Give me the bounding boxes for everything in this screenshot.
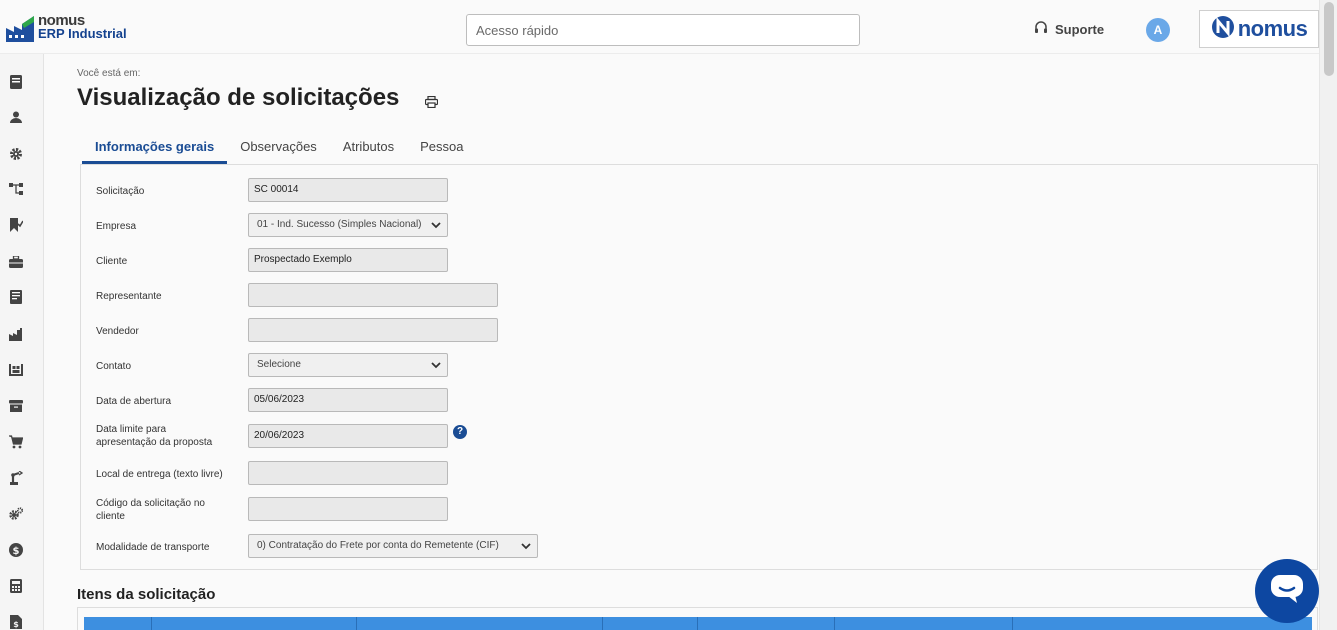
- page-scrollbar[interactable]: [1319, 0, 1337, 630]
- data-limite-label: Data limite para apresentação da propost…: [96, 423, 212, 449]
- print-icon[interactable]: [424, 95, 439, 113]
- chat-button[interactable]: [1255, 559, 1319, 623]
- local-entrega-label: Local de entrega (texto livre): [96, 469, 223, 480]
- svg-text:$: $: [13, 620, 19, 629]
- cogs-icon[interactable]: [8, 506, 24, 522]
- column-divider: [151, 617, 152, 630]
- data-abertura-label: Data de abertura: [96, 396, 172, 407]
- cliente-field[interactable]: Prospectado Exemplo: [248, 248, 448, 272]
- quick-access-input[interactable]: [466, 14, 860, 46]
- svg-text:$: $: [13, 546, 20, 557]
- chevron-down-icon: [520, 539, 532, 561]
- chevron-down-icon: [430, 218, 442, 240]
- contato-value: Selecione: [257, 359, 301, 370]
- codigo-cliente-label: Código da solicitação no cliente: [96, 497, 205, 523]
- representante-field[interactable]: [248, 283, 498, 307]
- archive-icon[interactable]: [8, 398, 24, 414]
- codigo-cliente-label-line2: cliente: [96, 511, 125, 522]
- codigo-cliente-field[interactable]: [248, 497, 448, 521]
- modalidade-label: Modalidade de transporte: [96, 542, 210, 553]
- support-label: Suporte: [1055, 22, 1105, 37]
- page-title: Visualização de solicitações: [77, 84, 400, 111]
- breadcrumb-label: Você está em:: [77, 68, 141, 79]
- local-entrega-field[interactable]: [248, 461, 448, 485]
- codigo-cliente-label-line1: Código da solicitação no: [96, 498, 205, 509]
- cliente-label: Cliente: [96, 256, 128, 267]
- vendedor-field[interactable]: [248, 318, 498, 342]
- data-limite-label-line2: apresentação da proposta: [96, 437, 213, 448]
- book-icon[interactable]: [8, 74, 24, 90]
- solicitacao-field[interactable]: SC 00014: [248, 178, 448, 202]
- modalidade-value: 0) Contratação do Frete por conta do Rem…: [257, 540, 499, 551]
- company-logo: nomus: [1199, 10, 1319, 48]
- warehouse-icon[interactable]: [8, 362, 24, 378]
- column-divider: [834, 617, 835, 630]
- data-limite-field[interactable]: 20/06/2023: [248, 424, 448, 448]
- user-avatar[interactable]: A: [1146, 18, 1170, 42]
- robot-arm-icon[interactable]: [8, 470, 24, 486]
- vendedor-label: Vendedor: [96, 326, 139, 337]
- help-icon[interactable]: ?: [453, 425, 467, 439]
- hierarchy-icon[interactable]: [8, 181, 24, 197]
- brand-logo[interactable]: nomus ERP Industrial: [6, 13, 127, 42]
- logo-text: nomus: [1237, 16, 1308, 41]
- tab-informacoes-gerais[interactable]: Informações gerais: [82, 133, 228, 164]
- tab-pessoa[interactable]: Pessoa: [407, 133, 476, 164]
- user-icon[interactable]: [8, 109, 24, 125]
- support-link[interactable]: Suporte: [1034, 21, 1104, 38]
- gear-icon[interactable]: [8, 146, 24, 162]
- invoice-icon[interactable]: $: [8, 614, 24, 630]
- nomus-n-icon: [1211, 15, 1235, 44]
- sidebar: $ $: [0, 54, 44, 630]
- brand-subtitle: ERP Industrial: [38, 26, 127, 41]
- modalidade-select[interactable]: 0) Contratação do Frete por conta do Rem…: [248, 534, 538, 558]
- tab-observacoes[interactable]: Observações: [227, 133, 330, 164]
- items-table-header: [84, 617, 1312, 630]
- factory-icon[interactable]: [8, 326, 24, 342]
- chevron-down-icon: [430, 358, 442, 380]
- column-divider: [602, 617, 603, 630]
- ledger-icon[interactable]: [8, 289, 24, 305]
- data-limite-label-line1: Data limite para: [96, 424, 167, 435]
- briefcase-icon[interactable]: [8, 254, 24, 270]
- representante-label: Representante: [96, 291, 162, 302]
- tab-bar: Informações gerais Observações Atributos…: [82, 133, 477, 164]
- chat-bubble-icon: [1270, 574, 1304, 609]
- nomus-factory-icon: [6, 14, 34, 42]
- column-divider: [697, 617, 698, 630]
- empresa-value: 01 - Ind. Sucesso (Simples Nacional): [257, 219, 422, 230]
- column-divider: [1012, 617, 1013, 630]
- top-bar: nomus ERP Industrial Suporte A nomus: [0, 0, 1337, 54]
- headset-icon: [1034, 21, 1048, 38]
- contato-select[interactable]: Selecione: [248, 353, 448, 377]
- cart-icon[interactable]: [8, 434, 24, 450]
- empresa-label: Empresa: [96, 221, 137, 232]
- bookmark-check-icon[interactable]: [8, 217, 24, 233]
- column-divider: [356, 617, 357, 630]
- data-abertura-field[interactable]: 05/06/2023: [248, 388, 448, 412]
- solicitacao-label: Solicitação: [96, 186, 145, 197]
- items-section-title: Itens da solicitação: [77, 586, 216, 603]
- contato-label: Contato: [96, 361, 132, 372]
- tab-atributos[interactable]: Atributos: [330, 133, 407, 164]
- dollar-icon[interactable]: $: [8, 542, 24, 558]
- calculator-icon[interactable]: [8, 578, 24, 594]
- empresa-select[interactable]: 01 - Ind. Sucesso (Simples Nacional): [248, 213, 448, 237]
